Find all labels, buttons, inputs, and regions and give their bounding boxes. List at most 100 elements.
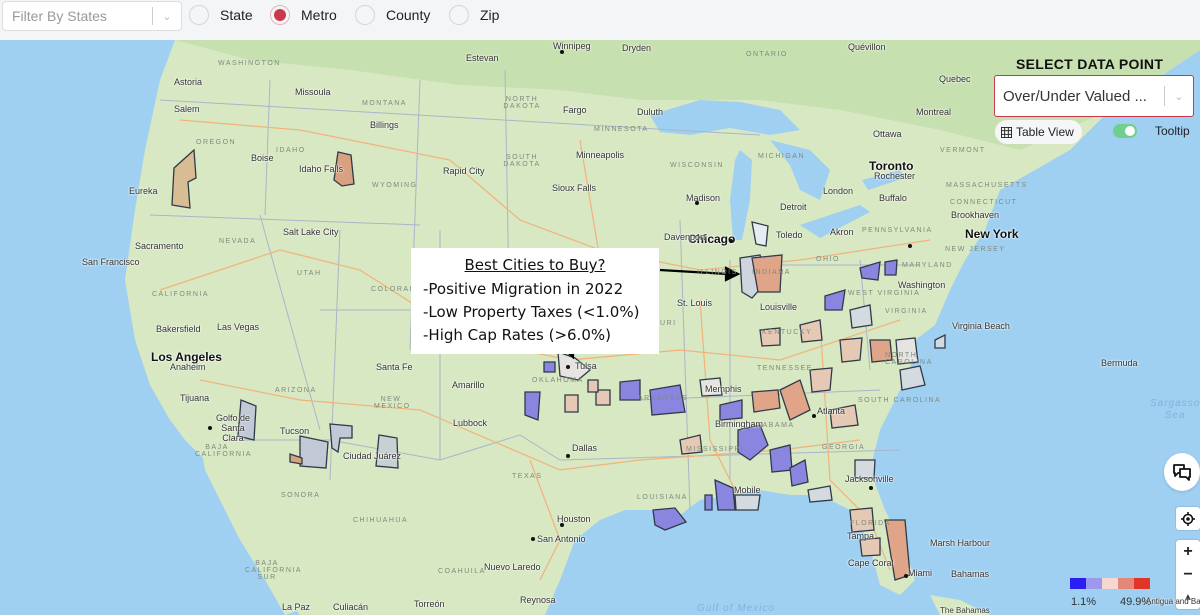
data-point-select[interactable]: Over/Under Valued ... ⌄ bbox=[994, 75, 1194, 117]
city-label: Jacksonville bbox=[845, 474, 894, 484]
locate-icon[interactable] bbox=[1176, 507, 1200, 530]
radio-label: Metro bbox=[301, 7, 337, 23]
city-label: Santa Fe bbox=[376, 362, 413, 372]
sea-label: Gulf of Mexico bbox=[697, 603, 775, 614]
zoom-in-button[interactable]: + bbox=[1176, 540, 1200, 563]
zoom-out-button[interactable]: − bbox=[1176, 563, 1200, 586]
table-view-label: Table View bbox=[1016, 125, 1074, 139]
city-label: Torreón bbox=[414, 599, 445, 609]
sea-label: Sargasso Sea bbox=[1150, 398, 1200, 421]
city-label: Missoula bbox=[295, 87, 331, 97]
radio-state[interactable]: State bbox=[189, 5, 253, 25]
legend-swatch bbox=[1118, 578, 1134, 589]
metro-area bbox=[884, 259, 898, 276]
city-label: The Bahamas bbox=[940, 606, 990, 615]
legend-swatch bbox=[1086, 578, 1102, 589]
region-label: LOUISIANA bbox=[637, 494, 688, 501]
region-label: MISSISSIPPI bbox=[686, 446, 745, 453]
city-label: Detroit bbox=[780, 202, 807, 212]
chat-bubbles-icon bbox=[1173, 464, 1191, 481]
city-label: Idaho Falls bbox=[299, 164, 344, 174]
city-label: Bakersfield bbox=[156, 324, 201, 334]
region-label: WASHINGTON bbox=[218, 60, 281, 67]
region-label: SOUTH CAROLINA bbox=[858, 397, 942, 404]
metro-area bbox=[543, 361, 556, 373]
radio-circle[interactable] bbox=[355, 5, 375, 25]
chevron-down-icon[interactable]: ⌄ bbox=[153, 10, 181, 23]
region-label: MINNESOTA bbox=[594, 126, 649, 133]
city-label: Mobile bbox=[734, 485, 761, 495]
region-label: ARKANSAS bbox=[638, 395, 689, 402]
city-label: Dryden bbox=[622, 43, 652, 53]
city-label: Tucson bbox=[280, 426, 310, 436]
region-label: MASSACHUSETTS bbox=[946, 182, 1028, 189]
metro-area bbox=[809, 367, 833, 393]
city-dot bbox=[566, 365, 570, 369]
region-label: UTAH bbox=[297, 270, 322, 277]
region-label: VERMONT bbox=[940, 147, 986, 154]
radio-zip[interactable]: Zip bbox=[449, 5, 499, 25]
filter-by-states-select[interactable]: Filter By States ⌄ bbox=[2, 1, 182, 31]
region-label: OHIO bbox=[816, 256, 840, 263]
region-label: NEW MEXICO bbox=[374, 396, 411, 410]
city-label: London bbox=[823, 186, 854, 196]
city-label: Ciudad Juárez bbox=[343, 451, 402, 461]
city-label: Bahamas bbox=[951, 569, 990, 579]
callout-title: Best Cities to Buy? bbox=[464, 256, 606, 274]
radio-circle[interactable] bbox=[449, 5, 469, 25]
city-label: Madison bbox=[686, 193, 721, 203]
metro-area bbox=[299, 435, 329, 469]
metro-area bbox=[769, 444, 793, 473]
city-label: Rapid City bbox=[443, 166, 485, 176]
metro-area bbox=[587, 379, 599, 393]
region-label: INDIANA bbox=[752, 269, 791, 276]
select-data-point-title: SELECT DATA POINT bbox=[1016, 56, 1164, 72]
city-dot bbox=[531, 537, 535, 541]
city-label: Sioux Falls bbox=[552, 183, 597, 193]
metro-area bbox=[934, 333, 946, 349]
radio-label: State bbox=[220, 7, 253, 23]
city-label: Winnipeg bbox=[553, 41, 591, 51]
city-label: Cape Coral bbox=[848, 558, 894, 568]
city-label: Quévillon bbox=[848, 42, 886, 52]
radio-label: County bbox=[386, 7, 431, 23]
region-label: NEVADA bbox=[219, 238, 257, 245]
radio-circle[interactable] bbox=[189, 5, 209, 25]
region-label: FLORIDA bbox=[850, 520, 891, 527]
callout-line: -Positive Migration in 2022 bbox=[423, 280, 624, 298]
city-label: Tulsa bbox=[575, 361, 597, 371]
data-point-value: Over/Under Valued ... bbox=[1003, 87, 1147, 105]
city-label: La Paz bbox=[282, 602, 311, 612]
metro-area bbox=[734, 494, 761, 511]
color-legend bbox=[1070, 578, 1150, 589]
city-label: Salt Lake City bbox=[283, 227, 339, 237]
radio-county[interactable]: County bbox=[355, 5, 430, 25]
city-label: Minneapolis bbox=[576, 150, 625, 160]
table-view-button[interactable]: Table View bbox=[995, 120, 1082, 144]
chevron-down-icon[interactable]: ⌄ bbox=[1165, 90, 1193, 103]
radio-metro[interactable]: Metro bbox=[270, 5, 337, 25]
radio-label: Zip bbox=[480, 7, 500, 23]
city-label: Dallas bbox=[572, 443, 598, 453]
metro-area bbox=[619, 379, 641, 401]
city-label: Amarillo bbox=[452, 380, 485, 390]
region-label: TEXAS bbox=[512, 473, 543, 480]
legend-swatch bbox=[1102, 578, 1118, 589]
chat-button[interactable] bbox=[1164, 453, 1200, 491]
tooltip-label: Tooltip bbox=[1155, 124, 1190, 138]
city-label: St. Louis bbox=[677, 298, 713, 308]
region-label: IDAHO bbox=[276, 147, 306, 154]
tooltip-toggle[interactable] bbox=[1113, 124, 1137, 138]
region-label: WEST VIRGINIA bbox=[848, 290, 921, 297]
region-label: NEW JERSEY bbox=[945, 246, 1006, 253]
city-label: Estevan bbox=[466, 53, 499, 63]
city-label: Akron bbox=[830, 227, 854, 237]
region-label: MARYLAND bbox=[902, 262, 953, 269]
region-label: BAJA CALIFORNIA SUR bbox=[245, 560, 303, 581]
city-dot bbox=[812, 414, 816, 418]
radio-circle-selected[interactable] bbox=[270, 5, 290, 25]
locate-button[interactable] bbox=[1176, 507, 1200, 530]
city-label: Rochester bbox=[874, 171, 916, 181]
region-label: WISCONSIN bbox=[670, 162, 724, 169]
city-label: Miami bbox=[908, 568, 932, 578]
